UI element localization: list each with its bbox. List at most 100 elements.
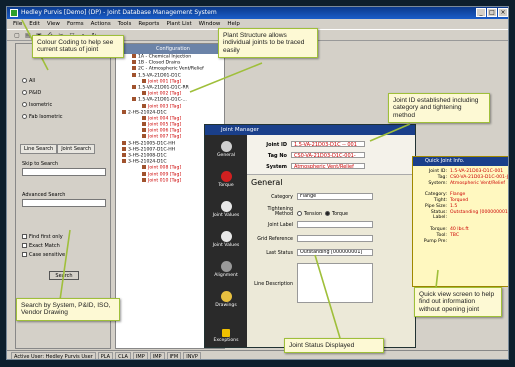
checkbox-icon (22, 252, 27, 257)
checkbox-icon (22, 234, 27, 239)
status-tab: PLA (97, 352, 114, 359)
check-find-first[interactable]: Find first only (22, 234, 63, 240)
joint-id-value[interactable]: 1.5-VA-21D03-D1C -- 001 (291, 141, 365, 147)
menu-actions[interactable]: Actions (91, 19, 111, 29)
joint-id-label: Joint ID (266, 141, 287, 148)
joint-manager-window: Joint Manager General Torque Joint Value… (204, 124, 416, 348)
tree-item-label: 2-HS-21024-D1C (128, 110, 167, 116)
radio-label: Tension (304, 212, 322, 217)
node-icon (142, 91, 146, 96)
new-icon[interactable]: ▢ (13, 32, 21, 39)
field-label: Joint Label (267, 222, 293, 228)
tree-item-label: 1B - Closed Drains (138, 60, 181, 66)
screenshot-frame: Hedley Purvis [Demo] (DP) - Joint Databa… (0, 0, 515, 367)
status-tab: IFM (166, 352, 182, 359)
side-label: Joint Values (212, 213, 240, 218)
check-case-sensitive[interactable]: Case sensitive (22, 252, 65, 258)
system-row: System Atmospheric Vent/Relief (253, 163, 365, 170)
check-label: Find first only (29, 234, 63, 240)
node-icon (132, 97, 136, 102)
node-icon (122, 140, 126, 145)
option-all[interactable]: All (22, 78, 35, 84)
check-exact-match[interactable]: Exact Match (22, 243, 60, 249)
side-general[interactable]: General (211, 141, 241, 158)
line-description-field[interactable] (297, 263, 373, 303)
tightening-row: Tightening Method Tension Torque (251, 207, 348, 217)
menu-file[interactable]: File (13, 19, 22, 29)
maximize-icon[interactable]: □ (487, 8, 497, 17)
side-label: General (216, 153, 236, 158)
grid-reference-field[interactable] (297, 235, 373, 242)
node-icon (132, 66, 136, 71)
status-tab: IMP (149, 352, 165, 359)
node-icon (132, 60, 136, 65)
search-button[interactable]: Search (49, 271, 79, 280)
tree-item-label: Joint 008 [Tag] (148, 165, 182, 171)
side-label: Joint Values (212, 243, 240, 248)
tree-item-label: Joint 010 [Tag] (148, 178, 182, 184)
tab-line-search[interactable]: Line Search (20, 144, 58, 154)
joint-manager-title: Joint Manager (205, 125, 415, 135)
radio-icon (22, 102, 27, 107)
open-icon[interactable]: ▤ (24, 32, 32, 39)
category-row: Category Flange (251, 193, 373, 200)
tag-value[interactable]: CS0-VA-21D03-D1C-001-JO1 (291, 152, 365, 158)
category-field[interactable]: Flange (297, 193, 373, 200)
radio-tension[interactable]: Tension (297, 211, 322, 217)
system-value[interactable]: Atmospheric Vent/Relief (291, 163, 365, 169)
option-label: Fab Isometric (29, 114, 63, 120)
tree-item-label: Joint 007 [Tag] (148, 134, 182, 140)
node-icon (122, 146, 126, 151)
search-tabs: Line Search Joint Search (20, 144, 96, 154)
option-pid[interactable]: P&ID (22, 90, 41, 96)
node-icon (122, 153, 126, 157)
joint-icon (220, 201, 232, 212)
tree-item-label: 3-HS-21008-D1C (128, 153, 167, 159)
tree-item-label: 2C - Atmospheric Vent/Relief (138, 66, 204, 72)
node-icon (132, 54, 136, 58)
field-label: Category (271, 194, 293, 200)
side-exceptions[interactable]: Exceptions (211, 329, 241, 343)
menu-tools[interactable]: Tools (118, 19, 132, 29)
title-bar: Hedley Purvis [Demo] (DP) - Joint Databa… (7, 7, 508, 19)
side-drawings[interactable]: Drawings (211, 291, 241, 308)
skip-label: Skip to Search (22, 161, 59, 167)
minimize-icon[interactable]: _ (476, 8, 486, 17)
joint-icon (220, 231, 232, 242)
joint-label-field[interactable] (297, 221, 373, 228)
side-torque[interactable]: Torque (211, 171, 241, 188)
node-icon (142, 177, 146, 182)
side-joint-values-1[interactable]: Joint Values (211, 201, 241, 218)
check-label: Exact Match (29, 243, 60, 249)
callout-quick-view: Quick view screen to help find out infor… (414, 287, 502, 318)
side-joint-values-2[interactable]: Joint Values (211, 231, 241, 248)
advanced-search-input[interactable] (22, 199, 106, 207)
radio-label: Torque (331, 212, 348, 217)
radio-icon (22, 78, 27, 83)
radio-icon (297, 211, 302, 216)
check-label: Case sensitive (29, 252, 66, 258)
side-alignment[interactable]: Alignment (211, 261, 241, 278)
close-icon[interactable]: × (498, 8, 508, 17)
status-tab: INVP (183, 352, 201, 359)
option-isometric[interactable]: Isometric (22, 102, 52, 108)
quick-info-value: Atmospheric Vent/Relief (450, 180, 506, 186)
drawings-icon (220, 291, 232, 302)
active-user: Active User: Hedley Purvis User (11, 352, 96, 359)
last-status-field[interactable]: Outstanding [000000001] (297, 249, 373, 256)
menu-view[interactable]: View (47, 19, 60, 29)
tag-row: Tag No CS0-VA-21D03-D1C-001-JO1 (253, 152, 365, 159)
radio-torque[interactable]: Torque (324, 211, 348, 217)
section-title: General (251, 178, 283, 187)
status-bar: Active User: Hedley Purvis User PLA CLA … (7, 350, 508, 359)
callout-search: Search by System, P&ID, ISO, Vendor Draw… (16, 298, 120, 321)
tab-joint-search[interactable]: Joint Search (57, 144, 96, 154)
skip-search-input[interactable] (22, 168, 106, 176)
menu-reports[interactable]: Reports (138, 19, 159, 29)
menu-edit[interactable]: Edit (29, 19, 40, 29)
tree-item-label: 1.5-VA-21D01-D1C (138, 73, 181, 79)
menu-plant-list[interactable]: Plant List (166, 19, 191, 29)
option-fab-isometric[interactable]: Fab Isometric (22, 114, 62, 120)
node-icon (142, 122, 146, 127)
menu-forms[interactable]: Forms (67, 19, 84, 29)
